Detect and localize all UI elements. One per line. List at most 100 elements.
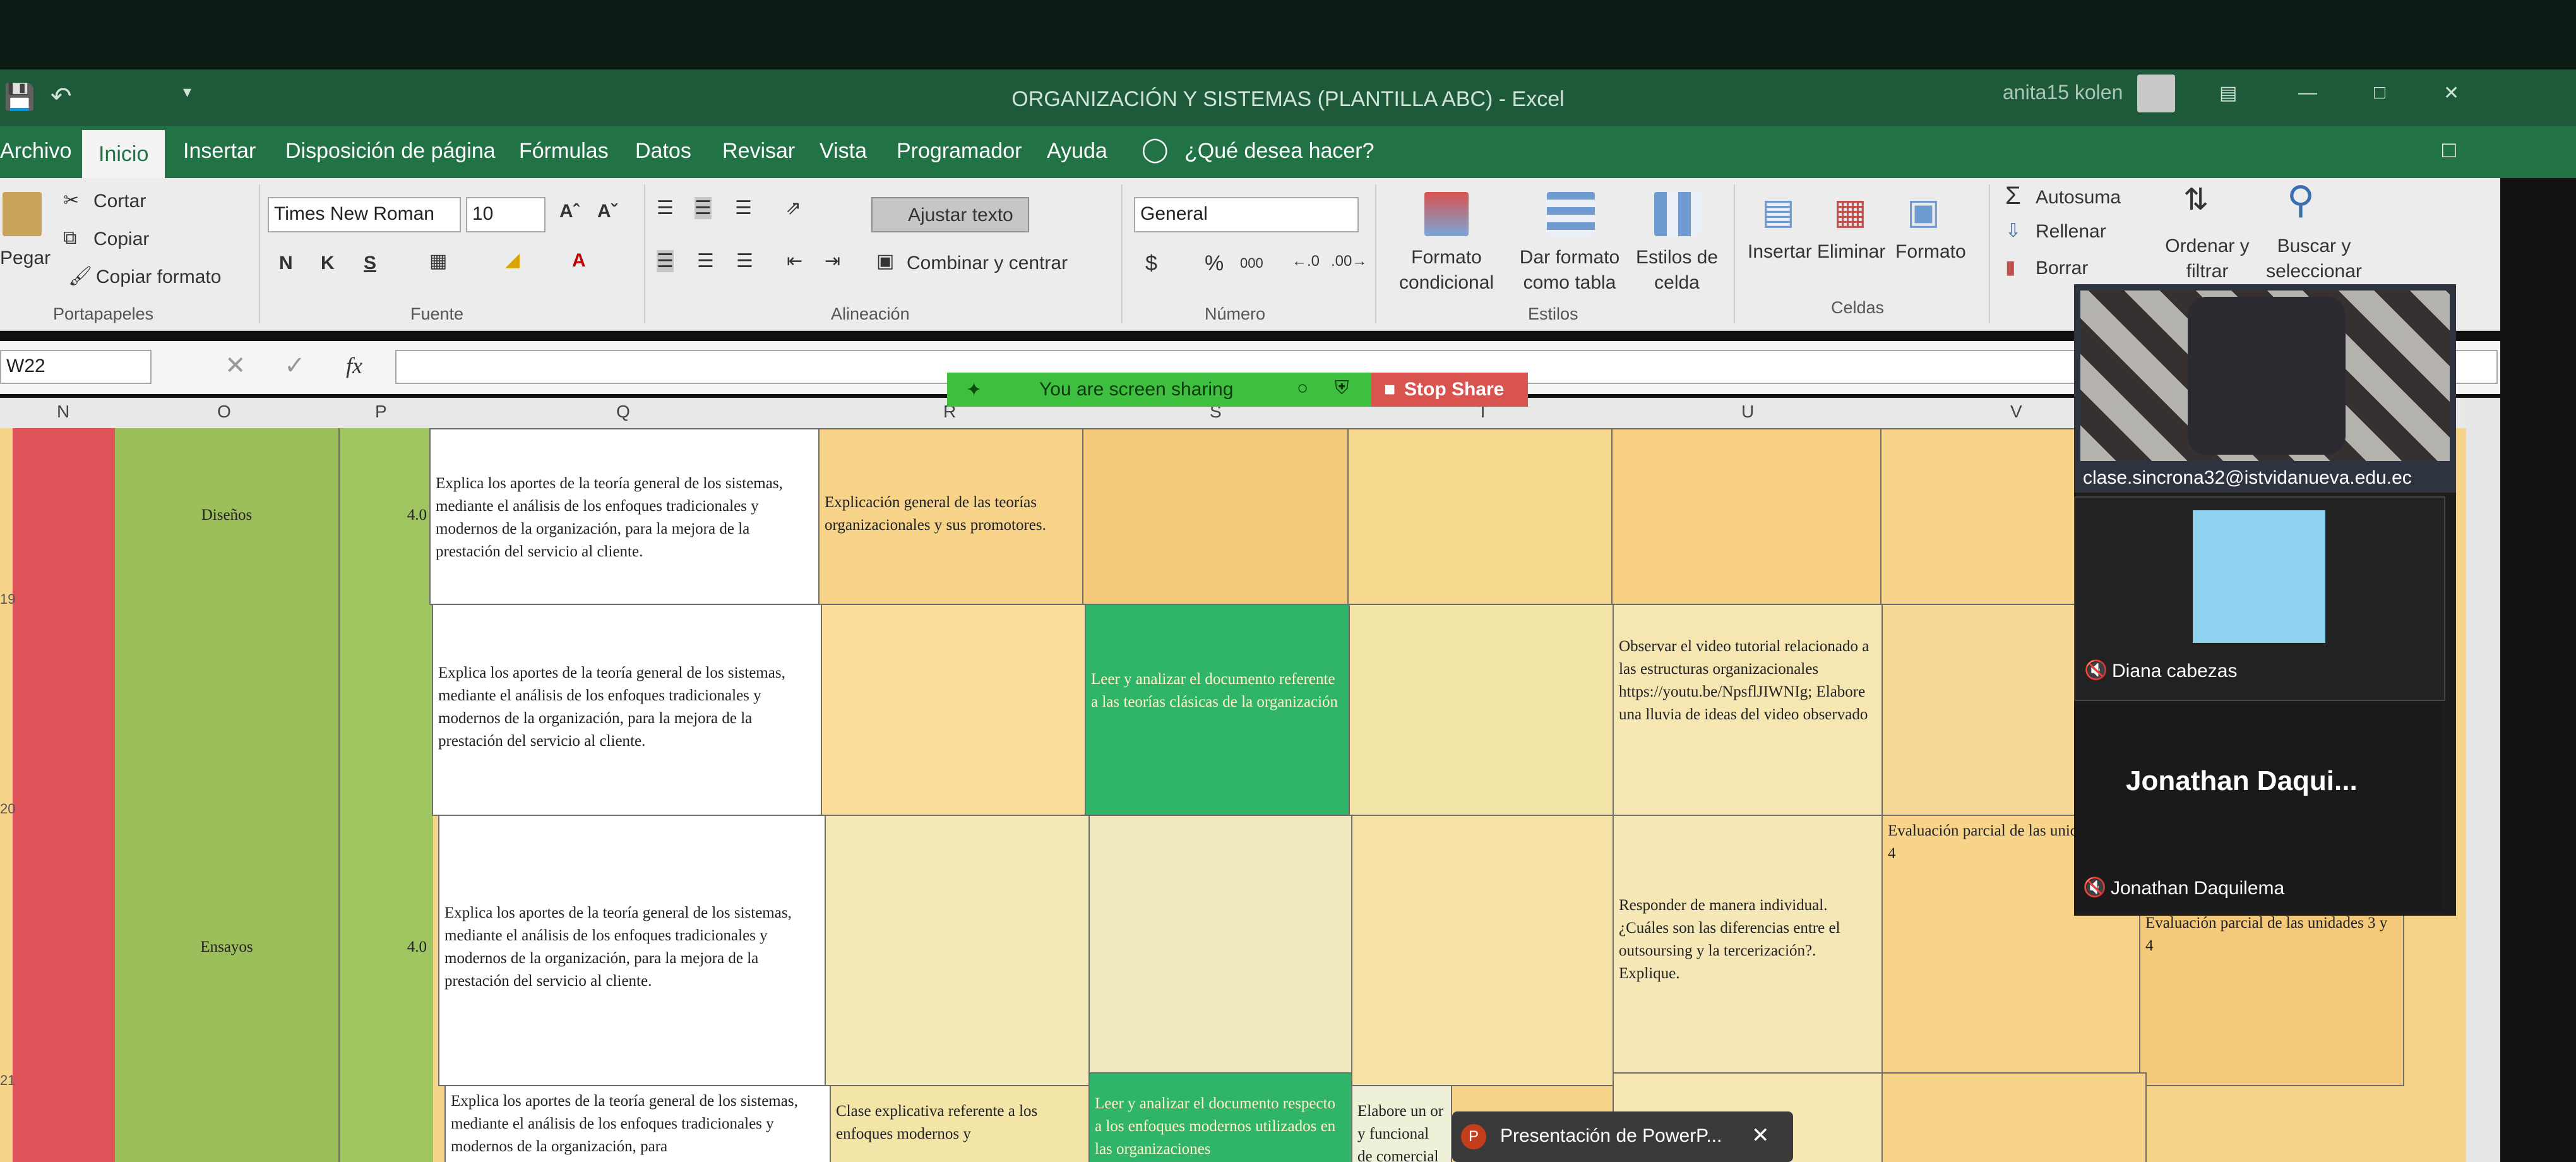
row-number[interactable]: 21: [0, 1072, 15, 1089]
font-name-select[interactable]: Times New Roman: [268, 197, 461, 232]
clear-button[interactable]: Borrar: [2036, 258, 2088, 279]
merge-center-icon[interactable]: ▣: [876, 250, 894, 272]
tab-ayuda[interactable]: Ayuda: [1047, 139, 1107, 164]
cell-styles-button[interactable]: Estilos de celda: [1633, 245, 1721, 296]
cell-q22[interactable]: Explica los aportes de la teoría general…: [444, 1085, 831, 1162]
cell-t22[interactable]: Elabore un or y funcional de comercial E…: [1351, 1085, 1452, 1162]
wrap-text-button[interactable]: Ajustar texto: [871, 197, 1029, 232]
fill-button[interactable]: Rellenar: [2036, 221, 2106, 243]
taskbar-preview[interactable]: P Presentación de PowerP... ✕: [1452, 1111, 1793, 1162]
close-icon[interactable]: ✕: [2443, 82, 2459, 104]
autosum-button[interactable]: Autosuma: [2036, 187, 2121, 208]
tab-archivo[interactable]: Archivo: [0, 139, 71, 164]
copy-button[interactable]: Copiar: [93, 229, 149, 250]
font-color-icon[interactable]: A: [572, 250, 586, 272]
cell-r20[interactable]: [821, 604, 1086, 816]
cell-styles-icon[interactable]: [1654, 192, 1702, 236]
column-header-u[interactable]: U: [1741, 402, 1754, 422]
column-header-q[interactable]: Q: [616, 402, 630, 422]
format-cells-button[interactable]: Formato: [1895, 241, 1966, 263]
tell-me-input[interactable]: ¿Qué desea hacer?: [1184, 139, 1374, 164]
borders-icon[interactable]: ▦: [429, 250, 447, 272]
participant-tile-2[interactable]: 🔇 Diana cabezas: [2074, 496, 2445, 701]
tab-programador[interactable]: Programador: [897, 139, 1022, 164]
decrease-font-icon[interactable]: Aˇ: [597, 201, 617, 222]
orientation-icon[interactable]: ⇗: [785, 197, 801, 219]
cell-q20[interactable]: Explica los aportes de la teoría general…: [432, 604, 822, 816]
cell-u19[interactable]: [1611, 428, 1881, 605]
increase-decimal-icon[interactable]: ←.0: [1292, 253, 1320, 270]
minimize-icon[interactable]: —: [2298, 82, 2317, 104]
sort-filter-icon[interactable]: ⇅: [2183, 182, 2209, 217]
share-drag-icon[interactable]: ✦: [966, 379, 982, 401]
tab-disposicion[interactable]: Disposición de página: [285, 139, 496, 164]
column-header-n[interactable]: N: [57, 402, 69, 422]
format-as-table-button[interactable]: Dar formato como tabla: [1513, 245, 1626, 296]
conditional-format-button[interactable]: Formato condicional: [1386, 245, 1506, 296]
delete-cells-button[interactable]: Eliminar: [1817, 241, 1885, 263]
format-cells-icon[interactable]: ▣: [1907, 191, 1940, 232]
tab-vista[interactable]: Vista: [820, 139, 867, 164]
format-painter-button[interactable]: Copiar formato: [96, 267, 221, 288]
tab-inicio[interactable]: Inicio: [82, 130, 165, 178]
insert-cells-icon[interactable]: ▤: [1762, 191, 1795, 232]
cell-q21[interactable]: Explica los aportes de la teoría general…: [438, 815, 826, 1086]
find-select-icon[interactable]: ⚲: [2287, 178, 2315, 222]
cell-r19[interactable]: Explicación general de las teorías organ…: [818, 428, 1083, 605]
paste-button[interactable]: Pegar: [0, 248, 51, 269]
align-right-icon[interactable]: ☰: [736, 250, 753, 272]
insert-cells-button[interactable]: Insertar: [1748, 241, 1812, 263]
user-name[interactable]: anita15 kolen: [2003, 81, 2123, 104]
align-left-icon[interactable]: ☰: [657, 250, 674, 272]
participant-tile-3[interactable]: Jonathan Daqui... 🔇 Jonathan Daquilema: [2074, 704, 2443, 912]
fill-color-icon[interactable]: ◢: [505, 249, 520, 271]
enter-icon[interactable]: ✓: [284, 351, 306, 380]
thousands-button[interactable]: 000: [1240, 255, 1263, 272]
paste-icon[interactable]: [3, 192, 42, 236]
column-header-o[interactable]: O: [217, 402, 231, 422]
cell-p21[interactable]: 4.0: [338, 815, 432, 1086]
column-header-p[interactable]: P: [375, 402, 387, 422]
underline-button[interactable]: S: [364, 253, 376, 274]
cell-t19[interactable]: [1347, 428, 1613, 605]
percent-button[interactable]: %: [1205, 251, 1224, 276]
tab-insertar[interactable]: Insertar: [183, 139, 256, 164]
comments-icon[interactable]: □: [2442, 136, 2456, 163]
bold-button[interactable]: N: [279, 253, 293, 274]
cell-u20[interactable]: Observar el video tutorial relacionado a…: [1613, 604, 1883, 816]
cancel-icon[interactable]: ✕: [225, 351, 246, 380]
font-size-select[interactable]: 10: [466, 197, 546, 232]
sort-filter-button[interactable]: Ordenar y filtrar: [2163, 234, 2251, 284]
cell-u21[interactable]: Responder de manera individual. ¿Cuáles …: [1613, 815, 1883, 1086]
cell-s21[interactable]: [1088, 815, 1352, 1086]
format-as-table-icon[interactable]: [1547, 192, 1595, 236]
participant-tile-1[interactable]: clase.sincrona32@istvidanueva.edu.ec: [2074, 284, 2456, 493]
cell-r21[interactable]: [825, 815, 1090, 1086]
cell-v22[interactable]: [1881, 1072, 2147, 1162]
maximize-icon[interactable]: □: [2374, 82, 2385, 104]
column-header-v[interactable]: V: [2010, 402, 2022, 422]
align-middle-icon[interactable]: ☰: [695, 197, 712, 219]
lightbulb-icon[interactable]: ◯: [1142, 135, 1169, 164]
align-top-icon[interactable]: ☰: [657, 197, 674, 219]
align-bottom-icon[interactable]: ☰: [735, 197, 752, 219]
avatar[interactable]: [2137, 75, 2175, 112]
stop-share-button[interactable]: ■ Stop Share: [1371, 373, 1528, 407]
tab-datos[interactable]: Datos: [635, 139, 691, 164]
find-select-button[interactable]: Buscar y seleccionar: [2254, 234, 2374, 284]
merge-center-button[interactable]: Combinar y centrar: [907, 253, 1068, 274]
row-number[interactable]: 20: [0, 801, 15, 817]
insert-function-icon[interactable]: fx: [346, 352, 362, 379]
ribbon-display-icon[interactable]: ▤: [2219, 82, 2237, 104]
cell-q19[interactable]: Explica los aportes de la teoría general…: [429, 428, 820, 605]
number-format-select[interactable]: General: [1134, 197, 1359, 232]
tab-revisar[interactable]: Revisar: [722, 139, 795, 164]
cut-button[interactable]: Cortar: [93, 191, 146, 212]
delete-cells-icon[interactable]: ▦: [1834, 191, 1867, 232]
cell-s20[interactable]: Leer y analizar el documento referente a…: [1085, 604, 1350, 816]
cell-w21[interactable]: Evaluación parcial de las unidades 3 y 4: [2139, 908, 2404, 1086]
cell-r22[interactable]: Clase explicativa referente a los enfoqu…: [830, 1085, 1095, 1162]
tab-formulas[interactable]: Fórmulas: [519, 139, 609, 164]
cell-s19[interactable]: [1082, 428, 1349, 605]
cell-s22[interactable]: Leer y analizar el documento respecto a …: [1088, 1072, 1352, 1162]
